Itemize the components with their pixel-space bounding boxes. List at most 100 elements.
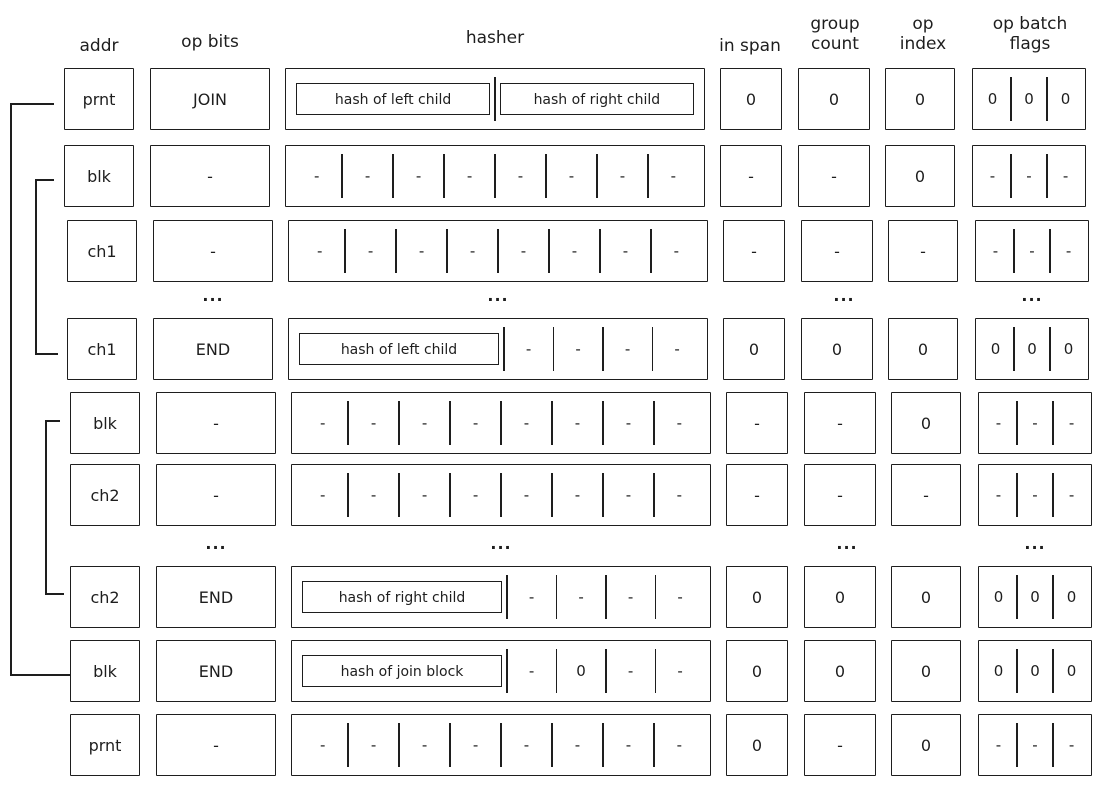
bracket-prnt-join xyxy=(10,674,70,676)
group-count-ellipsis: ... xyxy=(836,534,858,553)
header-addr: addr xyxy=(79,36,119,56)
op-batch-flags-cell: --- xyxy=(978,464,1092,526)
flag-slot: 0 xyxy=(990,340,1001,358)
op-bits-ellipsis: ... xyxy=(202,286,224,305)
hasher-slot: - xyxy=(571,242,578,260)
hasher-slot: - xyxy=(619,167,626,185)
addr-cell: blk xyxy=(64,145,134,207)
in-span-cell: 0 xyxy=(726,714,788,776)
flag-slot: - xyxy=(1026,167,1032,185)
op-bits-cell: - xyxy=(150,145,270,207)
flag-slot: 0 xyxy=(1030,588,1040,606)
op-index-cell: 0 xyxy=(891,566,961,628)
hasher-slot: - xyxy=(313,167,320,185)
hasher-ellipsis: ... xyxy=(490,534,512,553)
in-span-cell: - xyxy=(726,464,788,526)
header-in-span: in span xyxy=(719,36,781,56)
flag-slot: 0 xyxy=(993,662,1004,680)
hasher-slot: - xyxy=(319,736,326,754)
hasher-slot: - xyxy=(472,736,479,754)
header-hasher: hasher xyxy=(465,28,525,48)
op-bits-cell: - xyxy=(156,392,276,454)
group-count-cell: - xyxy=(804,464,876,526)
bracket-prnt-join xyxy=(10,103,12,674)
flag-slot: - xyxy=(995,414,1002,432)
hasher-slot: - xyxy=(523,486,530,504)
hasher-slot: - xyxy=(319,414,326,432)
group-count-ellipsis: ... xyxy=(833,286,855,305)
hasher-slot: - xyxy=(673,242,680,260)
in-span-cell: - xyxy=(723,220,785,282)
op-index-cell: - xyxy=(888,220,958,282)
flag-slot: 0 xyxy=(987,90,998,108)
hasher-cell: -------- xyxy=(291,714,711,776)
flag-slot: 0 xyxy=(1060,90,1071,108)
in-span-cell: 0 xyxy=(726,566,788,628)
hasher-slot: - xyxy=(625,486,632,504)
hasher-slot: - xyxy=(670,167,677,185)
op-index-cell: 0 xyxy=(891,714,961,776)
group-count-cell: - xyxy=(804,392,876,454)
op-batch-flags-cell: 0 0 0 xyxy=(975,318,1089,380)
hasher-slot: - xyxy=(578,588,584,606)
bracket-blk-ch1 xyxy=(35,179,37,353)
op-index-cell: 0 xyxy=(888,318,958,380)
hasher-slot: - xyxy=(370,486,377,504)
group-count-cell: - xyxy=(798,145,870,207)
hasher-slot: - xyxy=(517,167,524,185)
hasher-slot: - xyxy=(574,736,581,754)
op-bits-cell: END xyxy=(156,566,276,628)
hasher-slot: - xyxy=(469,242,476,260)
flag-slot: - xyxy=(1032,414,1038,432)
hasher-slot: - xyxy=(568,167,575,185)
addr-cell: blk xyxy=(70,640,140,702)
op-batch-flags-cell: 0 0 0 xyxy=(978,566,1092,628)
hash-box: hash of left child xyxy=(296,83,491,115)
flag-slot: 0 xyxy=(993,588,1004,606)
hasher-slot: - xyxy=(676,414,683,432)
hasher-cell: hash of join block - 0 - - xyxy=(291,640,711,702)
hasher-slot: - xyxy=(625,414,632,432)
addr-cell: blk xyxy=(70,392,140,454)
flag-slot: 0 xyxy=(1066,588,1077,606)
flag-slot: - xyxy=(995,736,1002,754)
flags-ellipsis: ... xyxy=(1021,286,1043,305)
group-count-cell: - xyxy=(804,714,876,776)
flag-slot: - xyxy=(1068,414,1075,432)
op-batch-flags-cell: --- xyxy=(978,714,1092,776)
hasher-slot: - xyxy=(528,662,535,680)
hasher-slot: - xyxy=(574,486,581,504)
header-op-bits: op bits xyxy=(181,32,239,52)
in-span-cell: 0 xyxy=(723,318,785,380)
hasher-ellipsis: ... xyxy=(487,286,509,305)
flag-slot: 0 xyxy=(1027,340,1037,358)
flag-slot: - xyxy=(1065,242,1072,260)
hasher-slot: 0 xyxy=(576,662,586,680)
group-count-cell: 0 xyxy=(798,68,870,130)
hasher-slot: - xyxy=(627,588,634,606)
bracket-prnt-join xyxy=(10,103,54,105)
op-bits-ellipsis: ... xyxy=(205,534,227,553)
hasher-slot: - xyxy=(525,340,532,358)
header-op-batch-flags: op batch flags xyxy=(992,14,1068,54)
op-batch-flags-cell: 0 0 0 xyxy=(978,640,1092,702)
group-count-cell: 0 xyxy=(804,640,876,702)
flag-slot: - xyxy=(992,242,999,260)
group-count-cell: - xyxy=(801,220,873,282)
hash-box: hash of right child xyxy=(499,83,694,115)
hasher-slot: - xyxy=(624,340,631,358)
flag-slot: 0 xyxy=(1066,662,1077,680)
op-bits-cell: - xyxy=(153,220,273,282)
header-op-index: op index xyxy=(899,14,947,54)
hasher-slot: - xyxy=(528,588,535,606)
op-index-cell: 0 xyxy=(885,68,955,130)
hasher-slot: - xyxy=(523,414,530,432)
in-span-cell: 0 xyxy=(720,68,782,130)
hasher-cell: hash of left child hash of right child xyxy=(285,68,705,130)
bracket-blk-ch1 xyxy=(35,179,54,181)
hasher-slot: - xyxy=(370,414,377,432)
hasher-cell: hash of right child - - - - xyxy=(291,566,711,628)
hasher-cell: hash of left child - - - - xyxy=(288,318,708,380)
addr-cell: ch1 xyxy=(67,220,137,282)
bracket-blk-ch1 xyxy=(35,353,58,355)
